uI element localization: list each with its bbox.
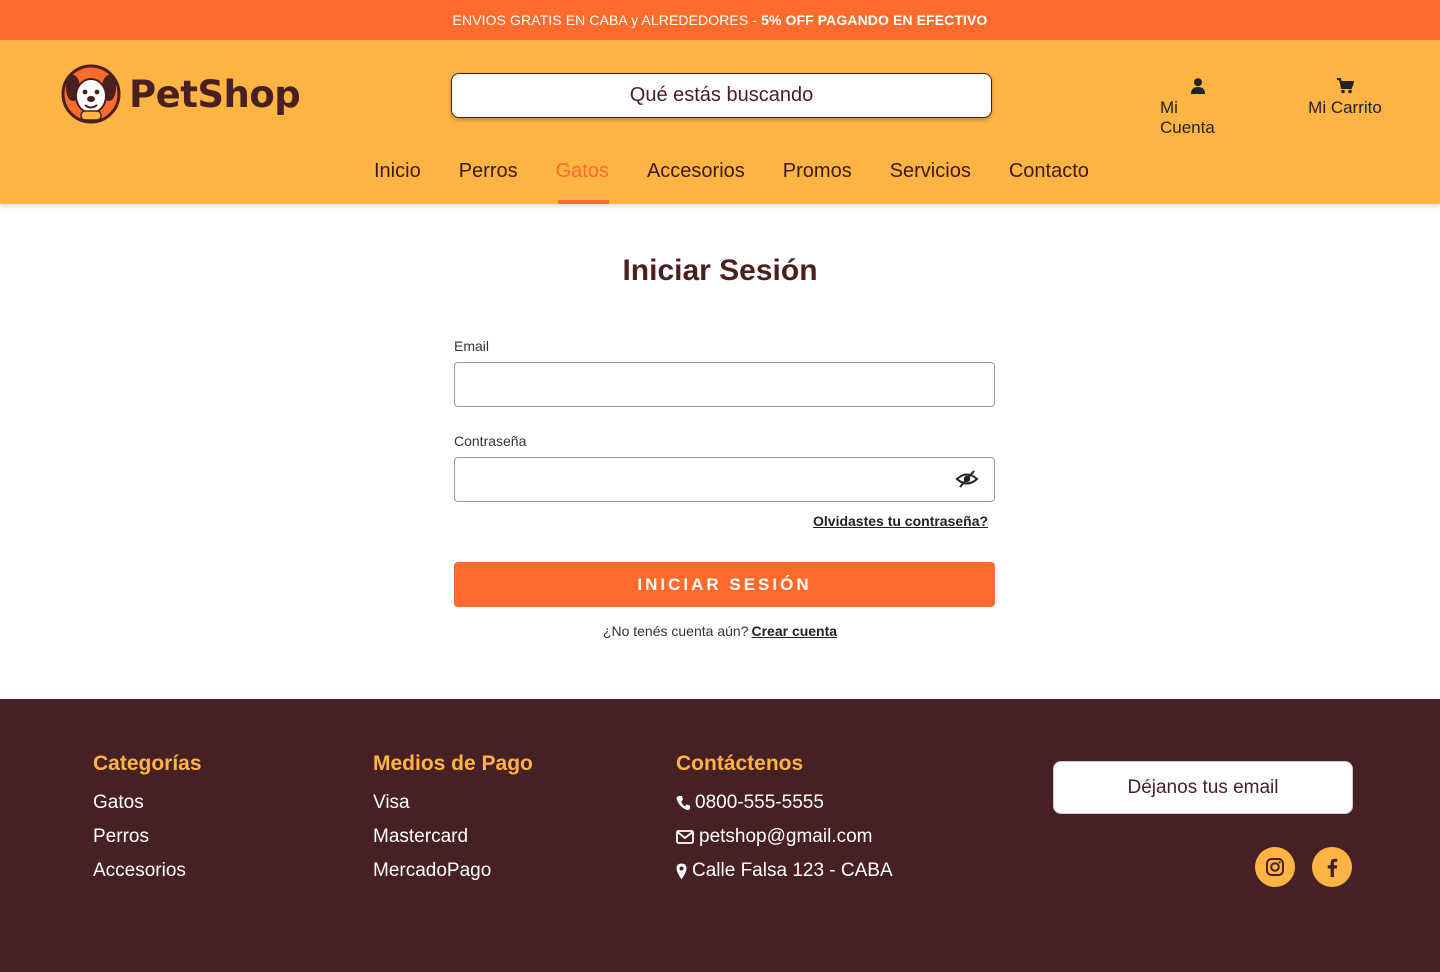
contact-address: Calle Falsa 123 - CABA (676, 854, 893, 888)
signup-prompt: ¿No tenés cuenta aún? (602, 623, 749, 639)
logo-text: PetShop (129, 72, 301, 116)
forgot-password-link[interactable]: Olvidastes tu contraseña? (813, 513, 988, 529)
map-marker-icon (676, 863, 687, 879)
footer-link-perros[interactable]: Perros (93, 820, 202, 854)
instagram-icon (1266, 858, 1284, 876)
contact-email-text: petshop@gmail.com (699, 826, 873, 847)
nav-item-accesorios[interactable]: Accesorios (647, 160, 745, 204)
nav-item-perros[interactable]: Perros (459, 160, 518, 204)
footer-link-gatos[interactable]: Gatos (93, 786, 202, 820)
nav-item-promos[interactable]: Promos (783, 160, 852, 204)
footer-categories-heading: Categorías (93, 752, 202, 775)
nav-item-inicio[interactable]: Inicio (374, 160, 421, 204)
payment-visa: Visa (373, 792, 410, 813)
search-input[interactable] (451, 73, 992, 118)
email-label: Email (454, 338, 490, 354)
newsletter-input[interactable] (1053, 761, 1353, 814)
contact-phone-text: 0800-555-5555 (695, 792, 824, 813)
signup-row: ¿No tenés cuenta aún? Crear cuenta (0, 623, 1440, 639)
payment-mastercard: Mastercard (373, 826, 469, 847)
phone-icon (676, 796, 690, 811)
nav-item-servicios[interactable]: Servicios (890, 160, 971, 204)
footer-link-accesorios[interactable]: Accesorios (93, 854, 202, 888)
footer-payment-heading: Medios de Pago (373, 752, 533, 775)
page-title: Iniciar Sesión (622, 254, 818, 287)
instagram-button[interactable] (1255, 847, 1295, 887)
footer-categories: Categorías Gatos Perros Accesorios (93, 752, 202, 888)
site-footer: Categorías Gatos Perros Accesorios Medio… (0, 699, 1440, 972)
user-icon (1191, 78, 1205, 94)
contact-email[interactable]: petshop@gmail.com (676, 820, 893, 854)
create-account-link[interactable]: Crear cuenta (751, 623, 837, 639)
footer-payment: Medios de Pago Visa Mastercard MercadoPa… (373, 752, 533, 888)
cart-label: Mi Carrito (1308, 98, 1382, 117)
email-field[interactable] (454, 362, 995, 407)
facebook-icon (1327, 858, 1337, 877)
footer-contact-heading: Contáctenos (676, 752, 804, 775)
promo-bar: ENVIOS GRATIS EN CABA y ALREDEDORES - 5%… (0, 0, 1440, 40)
eye-slash-icon[interactable] (955, 468, 979, 490)
facebook-button[interactable] (1312, 847, 1352, 887)
promo-text: ENVIOS GRATIS EN CABA y ALREDEDORES - (452, 12, 758, 28)
promo-highlight: 5% OFF PAGANDO EN EFECTIVO (761, 12, 988, 28)
password-label: Contraseña (454, 433, 527, 449)
login-submit-button[interactable]: INICIAR SESIÓN (454, 562, 995, 607)
payment-mercadopago: MercadoPago (373, 860, 492, 881)
dog-logo-icon (61, 64, 121, 124)
footer-contact: Contáctenos 0800-555-5555 petshop@gmail.… (676, 752, 893, 888)
main-nav: Inicio Perros Gatos Accesorios Promos Se… (374, 160, 1127, 204)
nav-item-contacto[interactable]: Contacto (1009, 160, 1089, 204)
account-button[interactable]: Mi Cuenta (1160, 78, 1236, 138)
nav-item-gatos[interactable]: Gatos (556, 160, 610, 204)
cart-icon (1336, 78, 1354, 94)
logo[interactable]: PetShop (61, 64, 301, 124)
contact-phone[interactable]: 0800-555-5555 (676, 786, 893, 820)
contact-address-text: Calle Falsa 123 - CABA (692, 860, 893, 881)
password-field[interactable] (454, 457, 995, 502)
site-header: PetShop Mi Cuenta Mi Carrito Inicio Perr… (0, 40, 1440, 204)
envelope-icon (676, 830, 694, 844)
cart-button[interactable]: Mi Carrito (1308, 78, 1382, 118)
account-label: Mi Cuenta (1160, 98, 1215, 137)
